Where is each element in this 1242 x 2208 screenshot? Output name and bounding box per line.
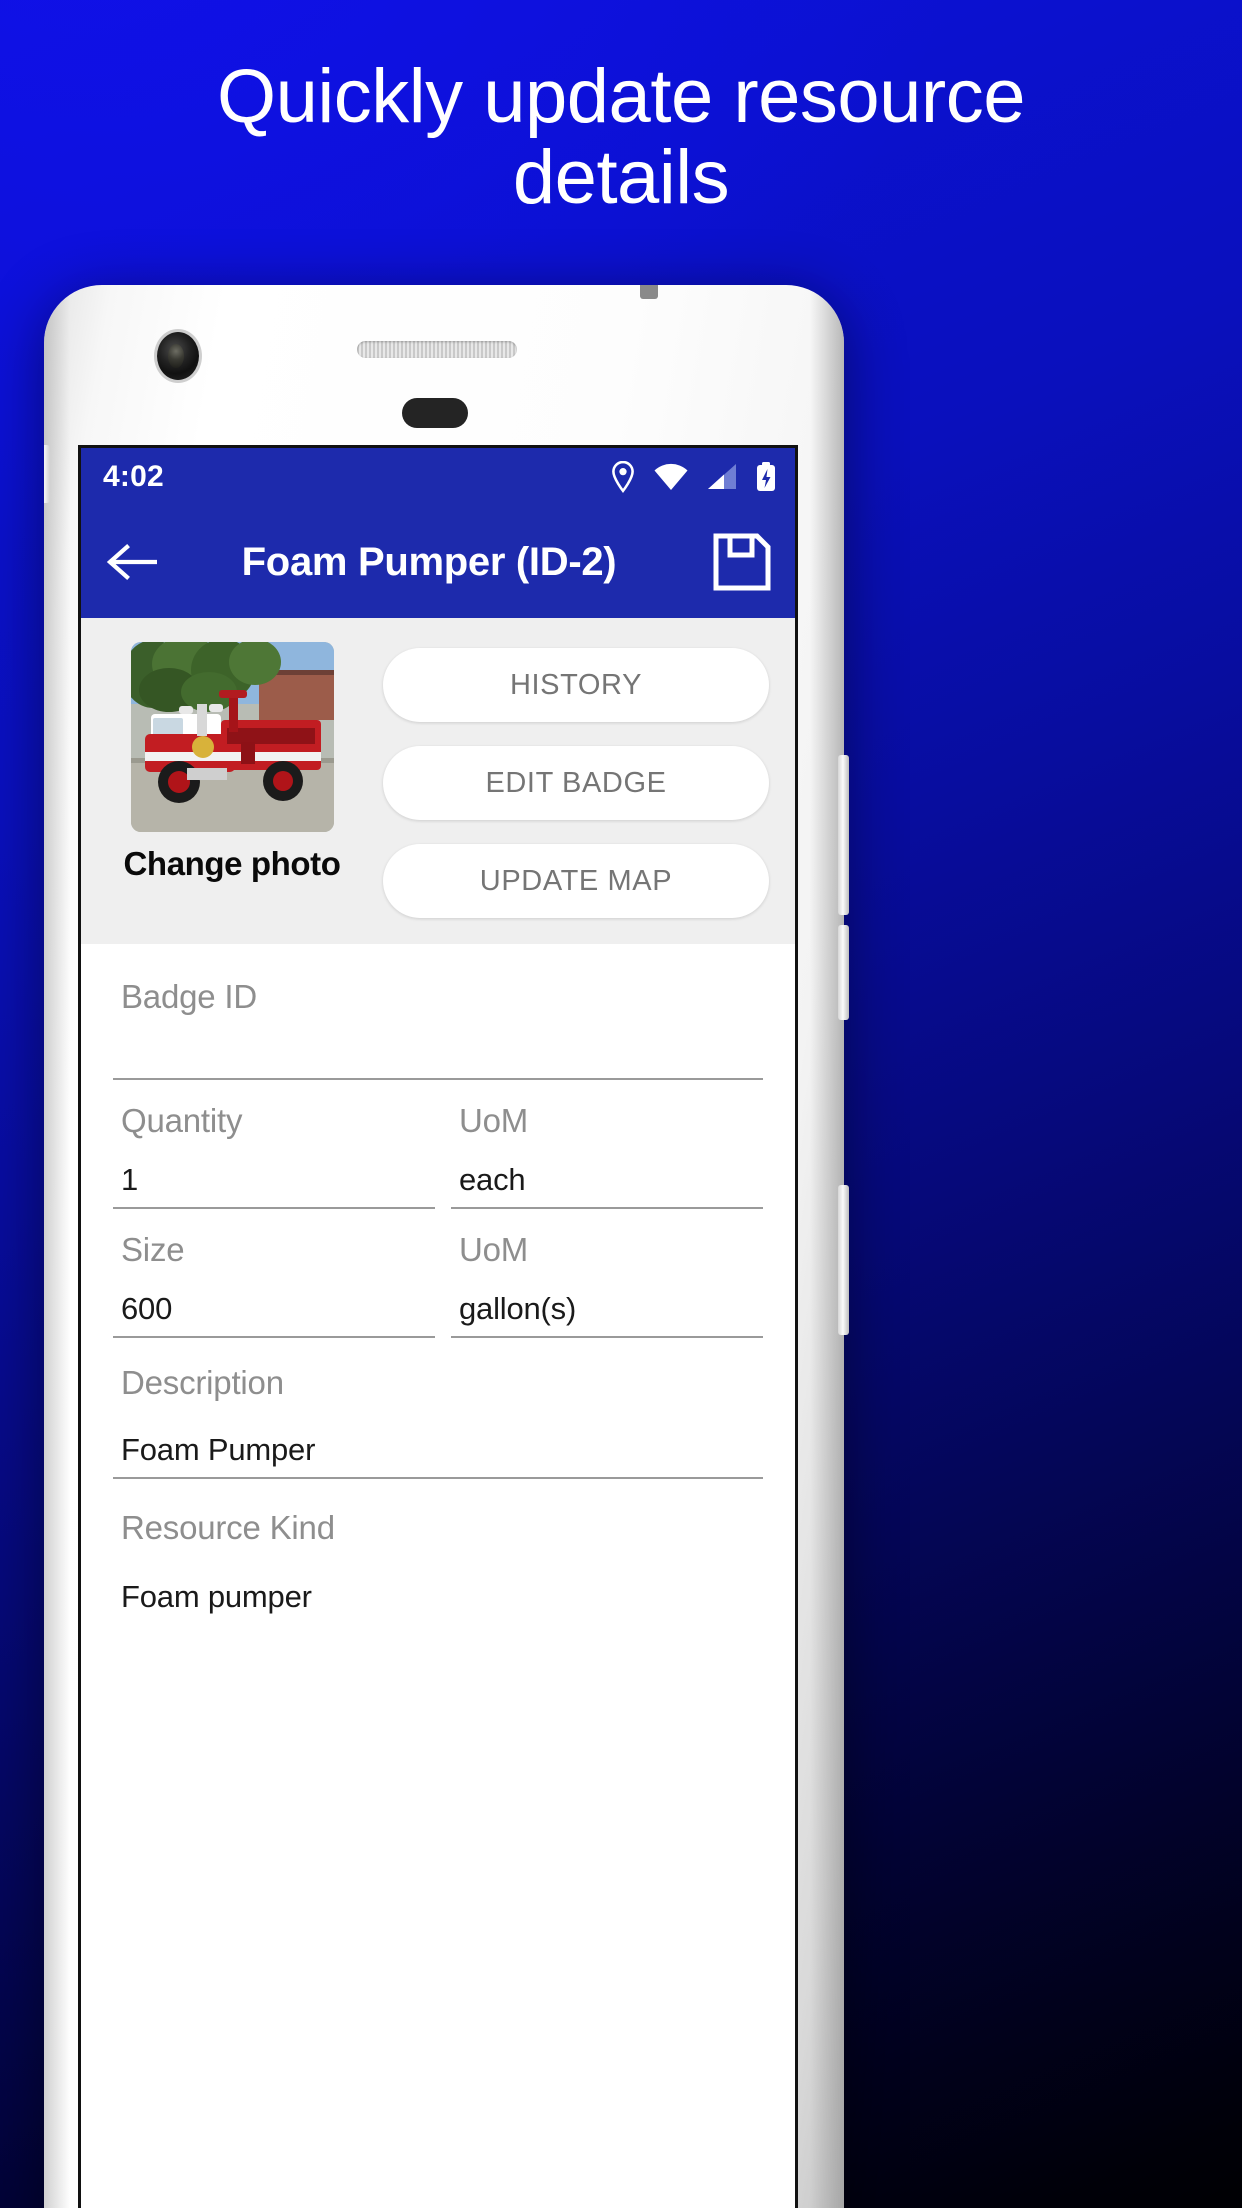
cellular-signal-icon	[706, 463, 738, 491]
badge-id-field[interactable]: Badge ID	[113, 944, 763, 1080]
earpiece-speaker	[357, 341, 517, 358]
size-label: Size	[121, 1231, 185, 1268]
size-uom-labels: Size UoM	[113, 1209, 763, 1269]
status-icons	[610, 461, 777, 493]
resource-kind-label: Resource Kind	[121, 1509, 335, 1546]
update-map-button[interactable]: UPDATE MAP	[383, 844, 769, 918]
size-uom-values: 600 gallon(s)	[113, 1269, 763, 1338]
quantity-input[interactable]: 1	[113, 1140, 435, 1209]
description-label: Description	[121, 1364, 284, 1401]
history-button[interactable]: HISTORY	[383, 648, 769, 722]
quantity-label: Quantity	[121, 1102, 243, 1139]
badge-id-label: Badge ID	[121, 978, 257, 1015]
size-uom-input[interactable]: gallon(s)	[451, 1269, 763, 1338]
quantity-uom-labels: Quantity UoM	[113, 1080, 763, 1140]
phone-left-shine	[44, 285, 70, 2208]
size-input[interactable]: 600	[113, 1269, 435, 1338]
action-buttons: HISTORY EDIT BADGE UPDATE MAP	[383, 642, 769, 918]
change-photo-label[interactable]: Change photo	[124, 845, 341, 883]
wifi-icon	[653, 463, 689, 491]
quantity-uom-input[interactable]: each	[451, 1140, 763, 1209]
resource-header-panel: Change photo HISTORY EDIT BADGE UPDATE M…	[81, 618, 795, 944]
quantity-uom-label: UoM	[459, 1102, 529, 1139]
phone-screen: 4:02 Foam Pumper (ID-2) Change photo HIS…	[78, 445, 798, 2208]
sensor-pill	[402, 398, 468, 428]
battery-charging-icon	[755, 461, 777, 493]
floppy-disk-save-icon	[713, 533, 771, 591]
edit-badge-button[interactable]: EDIT BADGE	[383, 746, 769, 820]
description-input[interactable]: Foam Pumper	[113, 1402, 763, 1479]
size-uom-label: UoM	[459, 1231, 529, 1268]
screen-title: Foam Pumper (ID-2)	[241, 539, 617, 584]
page-title: Quickly update resource details	[216, 54, 1026, 221]
location-pin-icon	[610, 461, 636, 493]
quantity-uom-values: 1 each	[113, 1140, 763, 1209]
status-bar: 4:02	[81, 448, 795, 506]
phone-mockup: 4:02 Foam Pumper (ID-2) Change photo HIS…	[44, 285, 849, 2208]
antenna-band	[640, 285, 658, 299]
fire-truck-photo[interactable]	[130, 642, 334, 832]
photo-column: Change photo	[107, 642, 357, 918]
resource-kind-field: Resource Kind Foam pumper	[113, 1479, 763, 1615]
resource-kind-input[interactable]: Foam pumper	[113, 1547, 763, 1615]
resource-form: Badge ID Quantity UoM 1 each Size UoM 60…	[81, 944, 795, 1615]
app-bar: Foam Pumper (ID-2)	[81, 506, 795, 618]
description-field: Description Foam Pumper	[113, 1338, 763, 1479]
phone-body: 4:02 Foam Pumper (ID-2) Change photo HIS…	[44, 285, 844, 2208]
volume-down-button[interactable]	[838, 925, 849, 1020]
arrow-left-icon	[106, 544, 157, 580]
status-time: 4:02	[103, 460, 164, 493]
save-button[interactable]	[701, 531, 773, 593]
volume-up-button[interactable]	[838, 755, 849, 915]
front-camera-icon	[157, 332, 199, 380]
volume-button-left[interactable]	[44, 445, 50, 503]
power-button[interactable]	[838, 1185, 849, 1335]
